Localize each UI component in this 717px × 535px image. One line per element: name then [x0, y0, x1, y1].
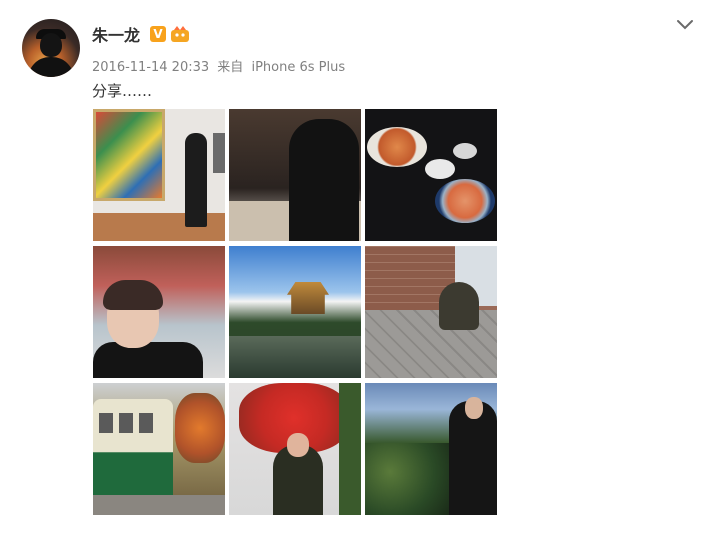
- tram-window: [139, 413, 153, 433]
- temple-selfie-photo[interactable]: [93, 246, 225, 378]
- author-name[interactable]: 朱一龙: [92, 22, 140, 46]
- face: [287, 433, 309, 457]
- chevron-down-icon[interactable]: [676, 18, 694, 32]
- painting: [93, 109, 165, 201]
- plate: [435, 179, 495, 223]
- tram-window: [99, 413, 113, 433]
- hair: [103, 280, 163, 310]
- verified-v-icon[interactable]: V: [150, 26, 166, 42]
- author-avatar[interactable]: [22, 19, 80, 77]
- golden-pavilion-photo[interactable]: [229, 246, 361, 378]
- restaurant-photo[interactable]: [229, 109, 361, 241]
- bowl: [367, 127, 427, 167]
- ground: [93, 495, 225, 515]
- autumn-leaves-photo[interactable]: [229, 383, 361, 515]
- green-foliage: [339, 383, 361, 515]
- avatar-shoulders: [28, 57, 74, 77]
- avatar-head: [40, 33, 62, 57]
- tram-photo[interactable]: [93, 383, 225, 515]
- museum-photo[interactable]: [93, 109, 225, 241]
- tram-window: [119, 413, 133, 433]
- post-text: 分享……: [92, 82, 153, 100]
- wall-frame: [213, 133, 225, 173]
- pond: [229, 336, 361, 378]
- person: [185, 133, 207, 227]
- dish: [453, 143, 477, 159]
- valley-photo[interactable]: [365, 383, 497, 515]
- tree: [175, 393, 225, 463]
- alley-photo[interactable]: [365, 246, 497, 378]
- post-device[interactable]: iPhone 6s Plus: [251, 60, 345, 75]
- trees: [365, 443, 449, 515]
- person: [439, 282, 479, 330]
- member-crown-icon[interactable]: [170, 25, 190, 43]
- photo-grid: [93, 109, 498, 515]
- coat: [93, 342, 203, 378]
- food-photo[interactable]: [365, 109, 497, 241]
- post-source-prefix: 来自: [217, 60, 244, 75]
- post-meta: 2016-11-14 20:33 来自 iPhone 6s Plus: [92, 56, 349, 75]
- person: [289, 119, 359, 241]
- post-timestamp[interactable]: 2016-11-14 20:33: [92, 60, 209, 75]
- face: [465, 397, 483, 419]
- pavilion: [287, 282, 329, 314]
- dish: [425, 159, 455, 179]
